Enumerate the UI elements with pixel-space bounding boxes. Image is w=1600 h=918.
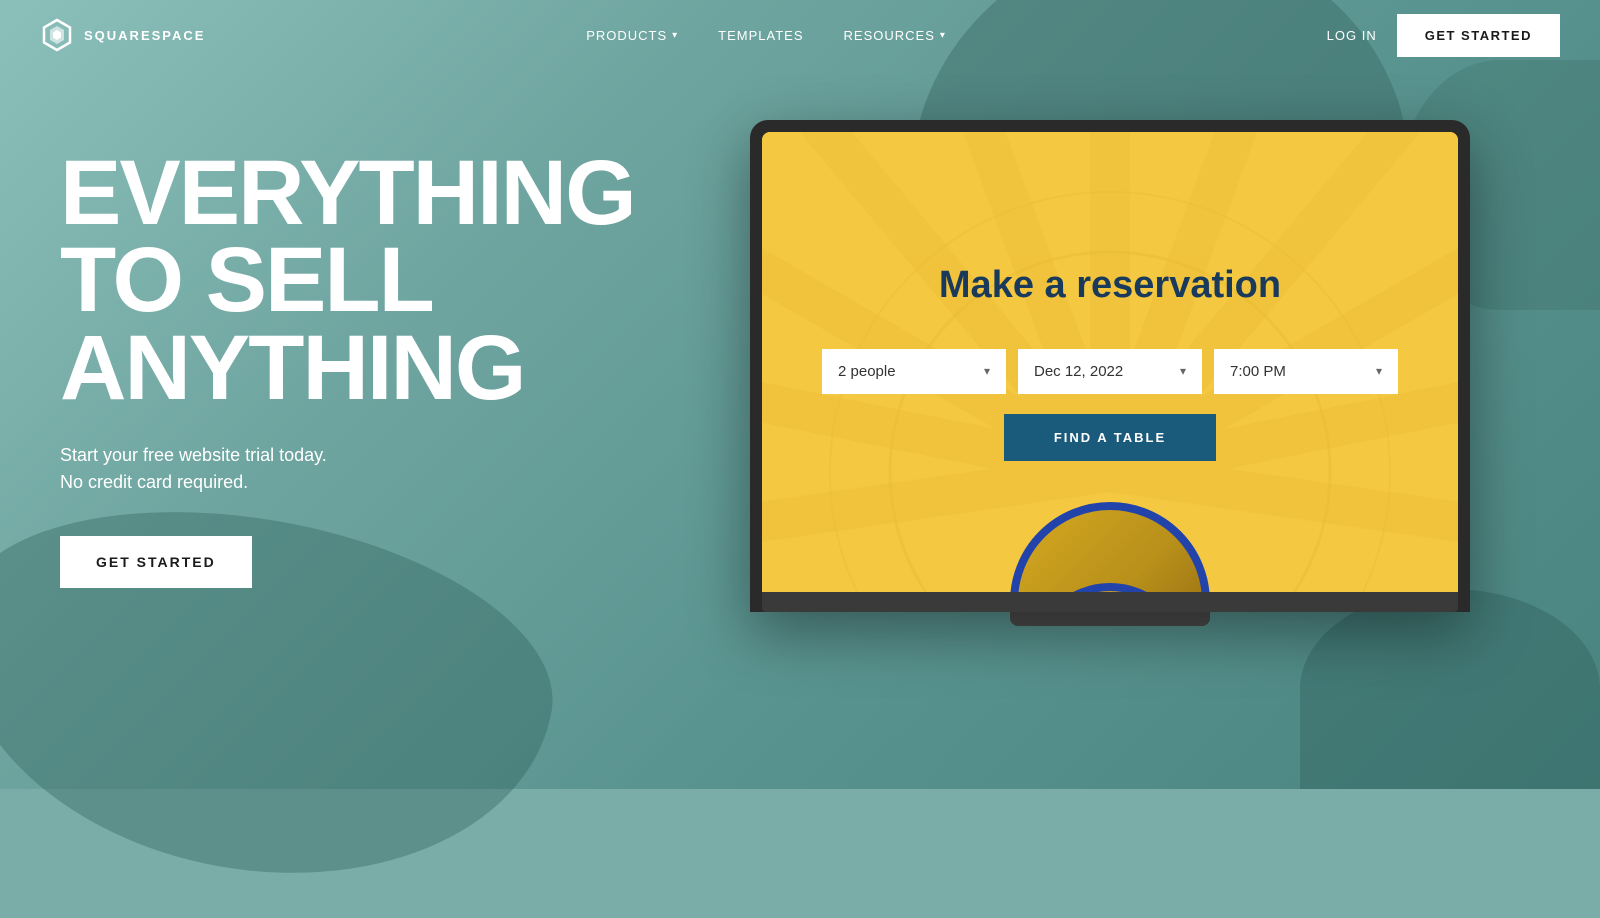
hero-subtitle: Start your free website trial today. No … xyxy=(60,442,620,496)
nav-get-started-button[interactable]: GET STARTED xyxy=(1397,14,1560,57)
time-value: 7:00 PM xyxy=(1230,363,1286,380)
nav-center: PRODUCTS ▾ TEMPLATES RESOURCES ▾ xyxy=(586,28,946,43)
squarespace-logo-icon xyxy=(40,18,74,52)
plate-pattern: 🍽 xyxy=(1030,562,1190,592)
logo[interactable]: SQUARESPACE xyxy=(40,18,205,52)
nav-products[interactable]: PRODUCTS ▾ xyxy=(586,28,678,43)
date-select[interactable]: Dec 12, 2022 ▾ xyxy=(1018,349,1202,394)
laptop: Make a reservation 2 people ▾ Dec 12, 20… xyxy=(750,120,1470,626)
nav-resources[interactable]: RESOURCES ▾ xyxy=(844,28,946,43)
main-content: EVERYTHING TO SELL ANYTHING Start your f… xyxy=(0,70,1600,626)
people-select[interactable]: 2 people ▾ xyxy=(822,349,1006,394)
find-table-button[interactable]: FIND A TABLE xyxy=(1004,414,1216,461)
date-chevron-icon: ▾ xyxy=(1180,364,1186,378)
plate-decoration: 🍽 xyxy=(1010,502,1210,592)
nav-templates[interactable]: TEMPLATES xyxy=(718,28,803,43)
people-value: 2 people xyxy=(838,363,896,380)
navbar: SQUARESPACE PRODUCTS ▾ TEMPLATES RESOURC… xyxy=(0,0,1600,70)
hero-get-started-button[interactable]: GET STARTED xyxy=(60,536,252,588)
plate-circle: 🍽 xyxy=(1010,502,1210,592)
laptop-base xyxy=(762,592,1458,612)
logo-text: SQUARESPACE xyxy=(84,28,205,43)
people-chevron-icon: ▾ xyxy=(984,364,990,378)
laptop-stand xyxy=(1010,612,1210,626)
laptop-screen: Make a reservation 2 people ▾ Dec 12, 20… xyxy=(762,132,1458,592)
login-link[interactable]: LOG IN xyxy=(1327,28,1377,43)
resources-chevron-icon: ▾ xyxy=(940,30,946,41)
form-row: 2 people ▾ Dec 12, 2022 ▾ 7:00 PM ▾ xyxy=(822,349,1398,394)
time-chevron-icon: ▾ xyxy=(1376,364,1382,378)
hero-right: Make a reservation 2 people ▾ Dec 12, 20… xyxy=(660,120,1560,626)
laptop-body: Make a reservation 2 people ▾ Dec 12, 20… xyxy=(750,120,1470,612)
time-select[interactable]: 7:00 PM ▾ xyxy=(1214,349,1398,394)
hero-left: EVERYTHING TO SELL ANYTHING Start your f… xyxy=(60,150,620,588)
hero-title: EVERYTHING TO SELL ANYTHING xyxy=(60,150,620,412)
nav-right: LOG IN GET STARTED xyxy=(1327,14,1560,57)
reservation-title: Make a reservation xyxy=(939,263,1281,309)
date-value: Dec 12, 2022 xyxy=(1034,363,1123,380)
products-chevron-icon: ▾ xyxy=(672,30,678,41)
reservation-form: 2 people ▾ Dec 12, 2022 ▾ 7:00 PM ▾ xyxy=(822,349,1398,461)
